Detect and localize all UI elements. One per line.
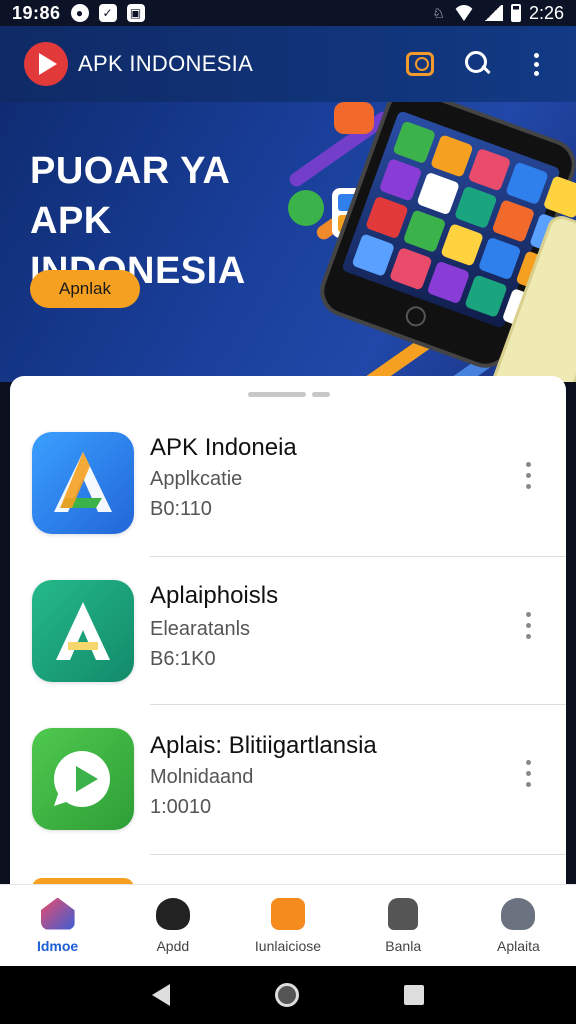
search-icon bbox=[465, 51, 491, 77]
list-item[interactable]: APK Indoneia Applkcatie B0:110 bbox=[10, 410, 566, 558]
notification-icon: ● bbox=[70, 4, 89, 22]
bottom-navigation: Idmoe Apdd Iunlaiciose Banla Aplaita bbox=[0, 884, 576, 966]
app-logo-icon bbox=[24, 42, 68, 86]
app-category: Elearatanls bbox=[150, 618, 251, 640]
app-name: Aplais: Blitiigartlansia bbox=[150, 732, 377, 759]
play-icon bbox=[32, 728, 134, 830]
nav-home[interactable]: Idmoe bbox=[0, 885, 115, 966]
vibrate-icon: ♘ bbox=[432, 4, 445, 21]
store-button[interactable] bbox=[404, 48, 436, 80]
item-more-button[interactable] bbox=[526, 612, 531, 639]
recents-icon[interactable] bbox=[403, 985, 424, 1005]
app-size: B0:110 bbox=[150, 498, 212, 520]
search-button[interactable] bbox=[462, 48, 494, 80]
signal-icon bbox=[482, 5, 503, 21]
sheet-drag-handle[interactable] bbox=[248, 392, 330, 397]
app-name: APK Indoneia bbox=[150, 434, 297, 461]
status-bar: 19:86 ● ✓ ▣ ♘ 2:26 bbox=[0, 0, 576, 26]
nav-downloads[interactable]: Iunlaiciose bbox=[230, 885, 345, 966]
app-title: APK INDONESIA bbox=[78, 51, 254, 76]
app-bar: APK INDONESIA bbox=[0, 26, 576, 102]
battery-icon bbox=[510, 4, 521, 22]
status-time-right: 2:26 bbox=[528, 2, 564, 23]
back-icon[interactable] bbox=[152, 984, 171, 1006]
item-more-button[interactable] bbox=[526, 462, 531, 489]
a-letter-icon bbox=[32, 580, 134, 682]
status-time-left: 19:86 bbox=[12, 2, 61, 23]
divider bbox=[150, 854, 566, 855]
nav-home-label: Idmoe bbox=[36, 937, 79, 954]
app-category: Applkcatie bbox=[150, 468, 243, 490]
lock-icon bbox=[388, 897, 419, 930]
item-more-button[interactable] bbox=[526, 760, 531, 787]
nav-downloads-label: Iunlaiciose bbox=[254, 937, 322, 954]
app-name: Aplaiphoisls bbox=[150, 582, 279, 609]
floating-app-icon bbox=[334, 102, 374, 134]
divider bbox=[150, 556, 566, 557]
image-icon: ▣ bbox=[126, 4, 145, 22]
system-navigation-bar bbox=[0, 966, 576, 1024]
divider bbox=[150, 704, 566, 705]
wifi-icon bbox=[452, 5, 475, 21]
app-category: Molnidaand bbox=[150, 766, 254, 788]
app-list-sheet: APK Indoneia Applkcatie B0:110 Aplaiphoi… bbox=[10, 376, 566, 884]
list-item[interactable]: Aplais: Blitiigartlansia Molnidaand 1:00… bbox=[10, 708, 566, 856]
hero-cta-button[interactable]: Apnlak bbox=[30, 270, 140, 308]
profile-icon bbox=[501, 897, 536, 930]
floating-app-icon bbox=[288, 190, 324, 226]
nav-profile-label: Aplaita bbox=[497, 937, 540, 954]
nav-apps-label: Apdd bbox=[156, 937, 190, 954]
nav-apps[interactable]: Apdd bbox=[115, 885, 230, 966]
list-item[interactable]: Aplaiphoisls Elearatanls B6:1K0 bbox=[10, 560, 566, 708]
app-size: B6:1K0 bbox=[150, 648, 216, 670]
a-logo-icon bbox=[32, 432, 134, 534]
app-size: 1:0010 bbox=[150, 796, 212, 818]
home-button-icon[interactable] bbox=[274, 983, 299, 1007]
nav-profile[interactable]: Aplaita bbox=[461, 885, 576, 966]
download-icon bbox=[271, 897, 305, 930]
nav-security[interactable]: Banla bbox=[346, 885, 461, 966]
apps-icon bbox=[155, 897, 190, 930]
nav-security-label: Banla bbox=[385, 937, 422, 954]
store-icon bbox=[406, 52, 434, 76]
overflow-menu-button[interactable] bbox=[520, 48, 552, 80]
home-icon bbox=[40, 897, 75, 930]
shield-check-icon: ✓ bbox=[98, 4, 117, 22]
hero-banner[interactable]: PUOAR YA APK INDONESIA Apnlak bbox=[0, 102, 576, 382]
